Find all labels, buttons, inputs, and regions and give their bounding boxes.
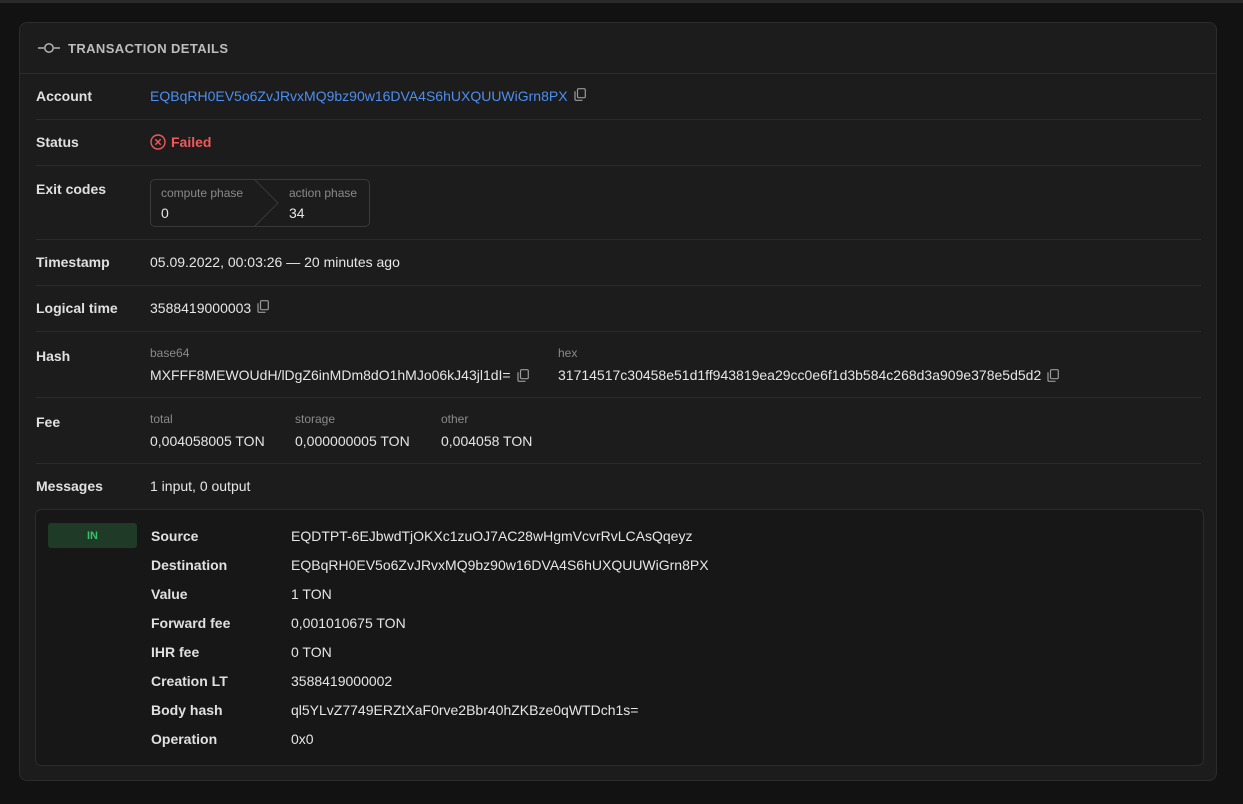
status-text: Failed [171,134,212,150]
creation-lt-value: 3588419000002 [291,673,393,689]
message-destination-row: Destination EQBqRH0EV5o6ZvJRvxMQ9bz90w16… [151,557,709,573]
hash-hex: hex 31714517c30458e51d1ff943819ea29cc0e6… [558,346,1060,383]
hash-label: Hash [36,348,71,364]
action-phase-label: action phase [289,186,358,200]
message-operation-row: Operation 0x0 [151,731,314,747]
body-hash-value: ql5YLvZ7749ERZtXaF0rve2Bbr40hZKBze0qWTDc… [291,702,639,718]
copy-icon[interactable] [517,368,529,382]
hash-hex-label: hex [558,346,578,360]
exit-codes-box: compute phase 0 action phase 34 [150,179,370,227]
copy-icon[interactable] [1047,368,1060,382]
compute-phase-label: compute phase [161,186,244,200]
fee-storage-value: 0,000000005 TON [295,433,410,449]
message-body-hash-row: Body hash ql5YLvZ7749ERZtXaF0rve2Bbr40hZ… [151,702,638,718]
commit-icon [38,41,60,55]
fee-total: total 0,004058005 TON [150,412,295,449]
exit-codes-label: Exit codes [36,181,107,197]
fee-label: Fee [36,414,61,430]
account-link[interactable]: EQBqRH0EV5o6ZvJRvxMQ9bz90w16DVA4S6hUXQUU… [150,88,568,104]
timestamp-value: 05.09.2022, 00:03:26 — 20 minutes ago [150,254,400,270]
status-badge: Failed [150,134,211,150]
timestamp-row: Timestamp 05.09.2022, 00:03:26 — 20 minu… [36,240,1201,286]
account-label: Account [36,88,92,104]
chevron-divider-icon [254,179,279,227]
destination-link[interactable]: EQBqRH0EV5o6ZvJRvxMQ9bz90w16DVA4S6hUXQUU… [291,557,709,573]
compute-phase: compute phase 0 [151,180,265,226]
direction-badge: IN [48,523,137,548]
operation-value: 0x0 [291,731,314,747]
top-divider [0,0,1243,3]
hash-base64-value: MXFFF8MEWOUdH/lDgZ6inMDm8dO1hMJo06kJ43jl… [150,367,511,383]
hash-base64-label: base64 [150,346,190,360]
value-value: 1 TON [291,586,332,602]
messages-summary: 1 input, 0 output [150,478,251,494]
copy-icon[interactable] [573,88,586,101]
logical-time-label: Logical time [36,300,118,316]
fee-storage-label: storage [295,412,336,426]
fee-other-label: other [441,412,469,426]
ihr-fee-label: IHR fee [151,644,200,660]
logical-time-row: Logical time 3588419000003 [36,286,1201,332]
message-source-row: Source EQDTPT-6EJbwdTjOKXc1zuOJ7AC28wHgm… [151,528,692,544]
status-row: Status Failed [36,120,1201,166]
forward-fee-value: 0,001010675 TON [291,615,406,631]
ihr-fee-value: 0 TON [291,644,332,660]
status-label: Status [36,134,79,150]
page-title: TRANSACTION DETAILS [68,40,229,56]
copy-icon[interactable] [257,300,270,313]
message-creation-lt-row: Creation LT 3588419000002 [151,673,392,689]
hash-base64: base64 MXFFF8MEWOUdH/lDgZ6inMDm8dO1hMJo0… [150,346,558,383]
account-row: Account EQBqRH0EV5o6ZvJRvxMQ9bz90w16DVA4… [36,74,1201,120]
hash-hex-value: 31714517c30458e51d1ff943819ea29cc0e6f1d3… [558,367,1042,383]
creation-lt-label: Creation LT [151,673,228,689]
card-header: TRANSACTION DETAILS [20,23,1216,74]
source-link[interactable]: EQDTPT-6EJbwdTjOKXc1zuOJ7AC28wHgmVcvrRvL… [291,528,692,544]
fee-other: other 0,004058 TON [441,412,532,449]
fee-total-value: 0,004058005 TON [150,433,265,449]
destination-label: Destination [151,557,228,573]
message-value-row: Value 1 TON [151,586,332,602]
fee-storage: storage 0,000000005 TON [295,412,441,449]
fee-other-value: 0,004058 TON [441,433,533,449]
operation-label: Operation [151,731,218,747]
hash-row: Hash base64 MXFFF8MEWOUdH/lDgZ6inMDm8dO1… [36,332,1201,398]
messages-row: Messages 1 input, 0 output [36,464,1201,510]
fee-row: Fee total 0,004058005 TON storage 0,0000… [36,398,1201,464]
action-phase-value: 34 [289,205,305,221]
message-ihr-fee-row: IHR fee 0 TON [151,644,332,660]
error-circle-icon [150,134,166,150]
compute-phase-value: 0 [161,205,169,221]
exit-codes-row: Exit codes compute phase 0 action phase … [36,166,1201,240]
source-label: Source [151,528,199,544]
fee-total-label: total [150,412,173,426]
messages-label: Messages [36,478,103,494]
timestamp-label: Timestamp [36,254,110,270]
value-label: Value [151,586,188,602]
forward-fee-label: Forward fee [151,615,231,631]
logical-time-value: 3588419000003 [150,300,252,316]
body-hash-label: Body hash [151,702,223,718]
message-card: IN Source EQDTPT-6EJbwdTjOKXc1zuOJ7AC28w… [35,509,1204,766]
message-forward-fee-row: Forward fee 0,001010675 TON [151,615,406,631]
transaction-details-card: TRANSACTION DETAILS Account EQBqRH0EV5o6… [19,22,1217,781]
